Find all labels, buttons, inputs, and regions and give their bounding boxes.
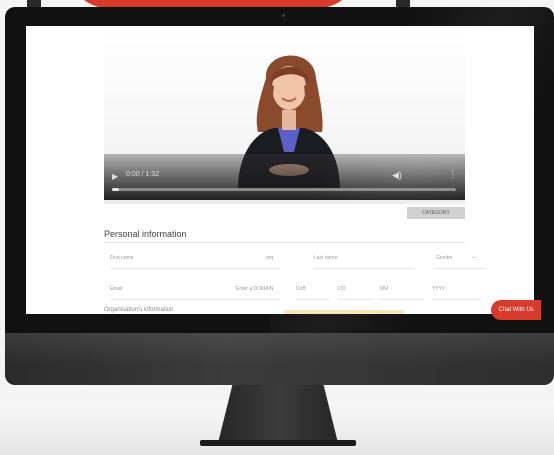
email-field[interactable]: Email Enter a DOMAIN <box>110 279 280 300</box>
dob-day: DD <box>338 286 346 292</box>
screen: ▶ 0:00 / 1:32 ◀) ⋮ CATEGORY Personal inf… <box>26 26 534 314</box>
dob-month: MM <box>380 286 389 292</box>
play-icon[interactable]: ▶ <box>112 172 118 181</box>
camera-icon <box>282 14 285 17</box>
dob-year-field[interactable]: YYYY <box>432 279 480 300</box>
dob-month-field[interactable]: MM <box>380 279 424 300</box>
form-row-name: First name req Last name Gender — <box>110 248 484 269</box>
dob-label: DoB <box>296 286 306 292</box>
email-domain-hint: Enter a DOMAIN <box>236 286 274 292</box>
dob-label-field: DoB <box>296 279 330 300</box>
divider <box>104 242 465 243</box>
monitor-chin-shine <box>5 333 554 385</box>
monitor-stand-base <box>200 440 356 446</box>
volume-icon[interactable]: ◀) <box>392 170 402 181</box>
last-name-label: Last name <box>314 255 338 261</box>
chevron-down-icon: — <box>472 255 477 261</box>
category-button[interactable]: CATEGORY <box>407 207 465 219</box>
video-player[interactable]: ▶ 0:00 / 1:32 ◀) ⋮ <box>104 26 465 204</box>
email-label: Email <box>110 286 123 292</box>
video-progress-fill <box>112 188 119 191</box>
more-options-icon[interactable]: ⋮ <box>448 169 457 180</box>
gender-select[interactable]: Gender — <box>436 248 484 269</box>
first-name-field[interactable]: First name req <box>110 248 280 269</box>
last-name-field[interactable]: Last name <box>314 248 414 269</box>
required-marker: req <box>266 255 274 261</box>
form-row-contact: Email Enter a DOMAIN DoB DD MM YYYY <box>110 279 480 300</box>
gender-label: Gender <box>436 255 453 261</box>
dob-day-field[interactable]: DD <box>338 279 372 300</box>
video-controls: ▶ 0:00 / 1:32 ◀) ⋮ <box>104 154 465 200</box>
chat-button[interactable]: Chat With Us <box>491 300 541 320</box>
video-progress-bar[interactable] <box>112 188 456 191</box>
video-time: 0:00 / 1:32 <box>126 171 160 178</box>
highlight-bar <box>284 310 404 314</box>
section2-title: Organisation's information <box>104 307 174 313</box>
monitor-stand <box>218 385 338 443</box>
dob-year: YYYY <box>432 286 446 292</box>
first-name-label: First name <box>110 255 134 261</box>
section-title: Personal information <box>104 229 187 239</box>
